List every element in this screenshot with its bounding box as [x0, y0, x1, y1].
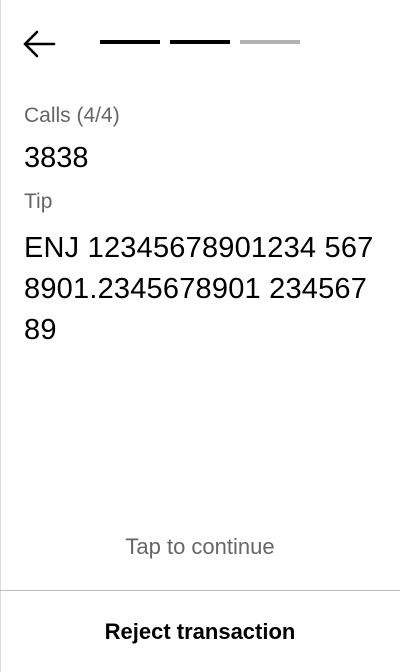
back-button[interactable]: [18, 26, 60, 62]
arrow-left-icon: [23, 30, 56, 58]
calls-value: 3838: [24, 142, 89, 174]
tap-to-continue[interactable]: Tap to continue: [0, 530, 400, 564]
step-progress: [100, 40, 300, 44]
tip-value: ENJ 12345678901234 5678901.2345678901 23…: [24, 232, 374, 346]
transaction-details: Calls (4/4) 3838 Tip ENJ 12345678901234 …: [24, 100, 376, 351]
tip-label: Tip: [24, 190, 53, 213]
header: [0, 0, 400, 90]
progress-step-1: [100, 40, 160, 44]
progress-step-2: [170, 40, 230, 44]
left-border: [0, 0, 1, 672]
progress-step-3: [240, 40, 300, 44]
calls-label: Calls (4/4): [24, 104, 120, 127]
reject-transaction-button[interactable]: Reject transaction: [0, 591, 400, 672]
